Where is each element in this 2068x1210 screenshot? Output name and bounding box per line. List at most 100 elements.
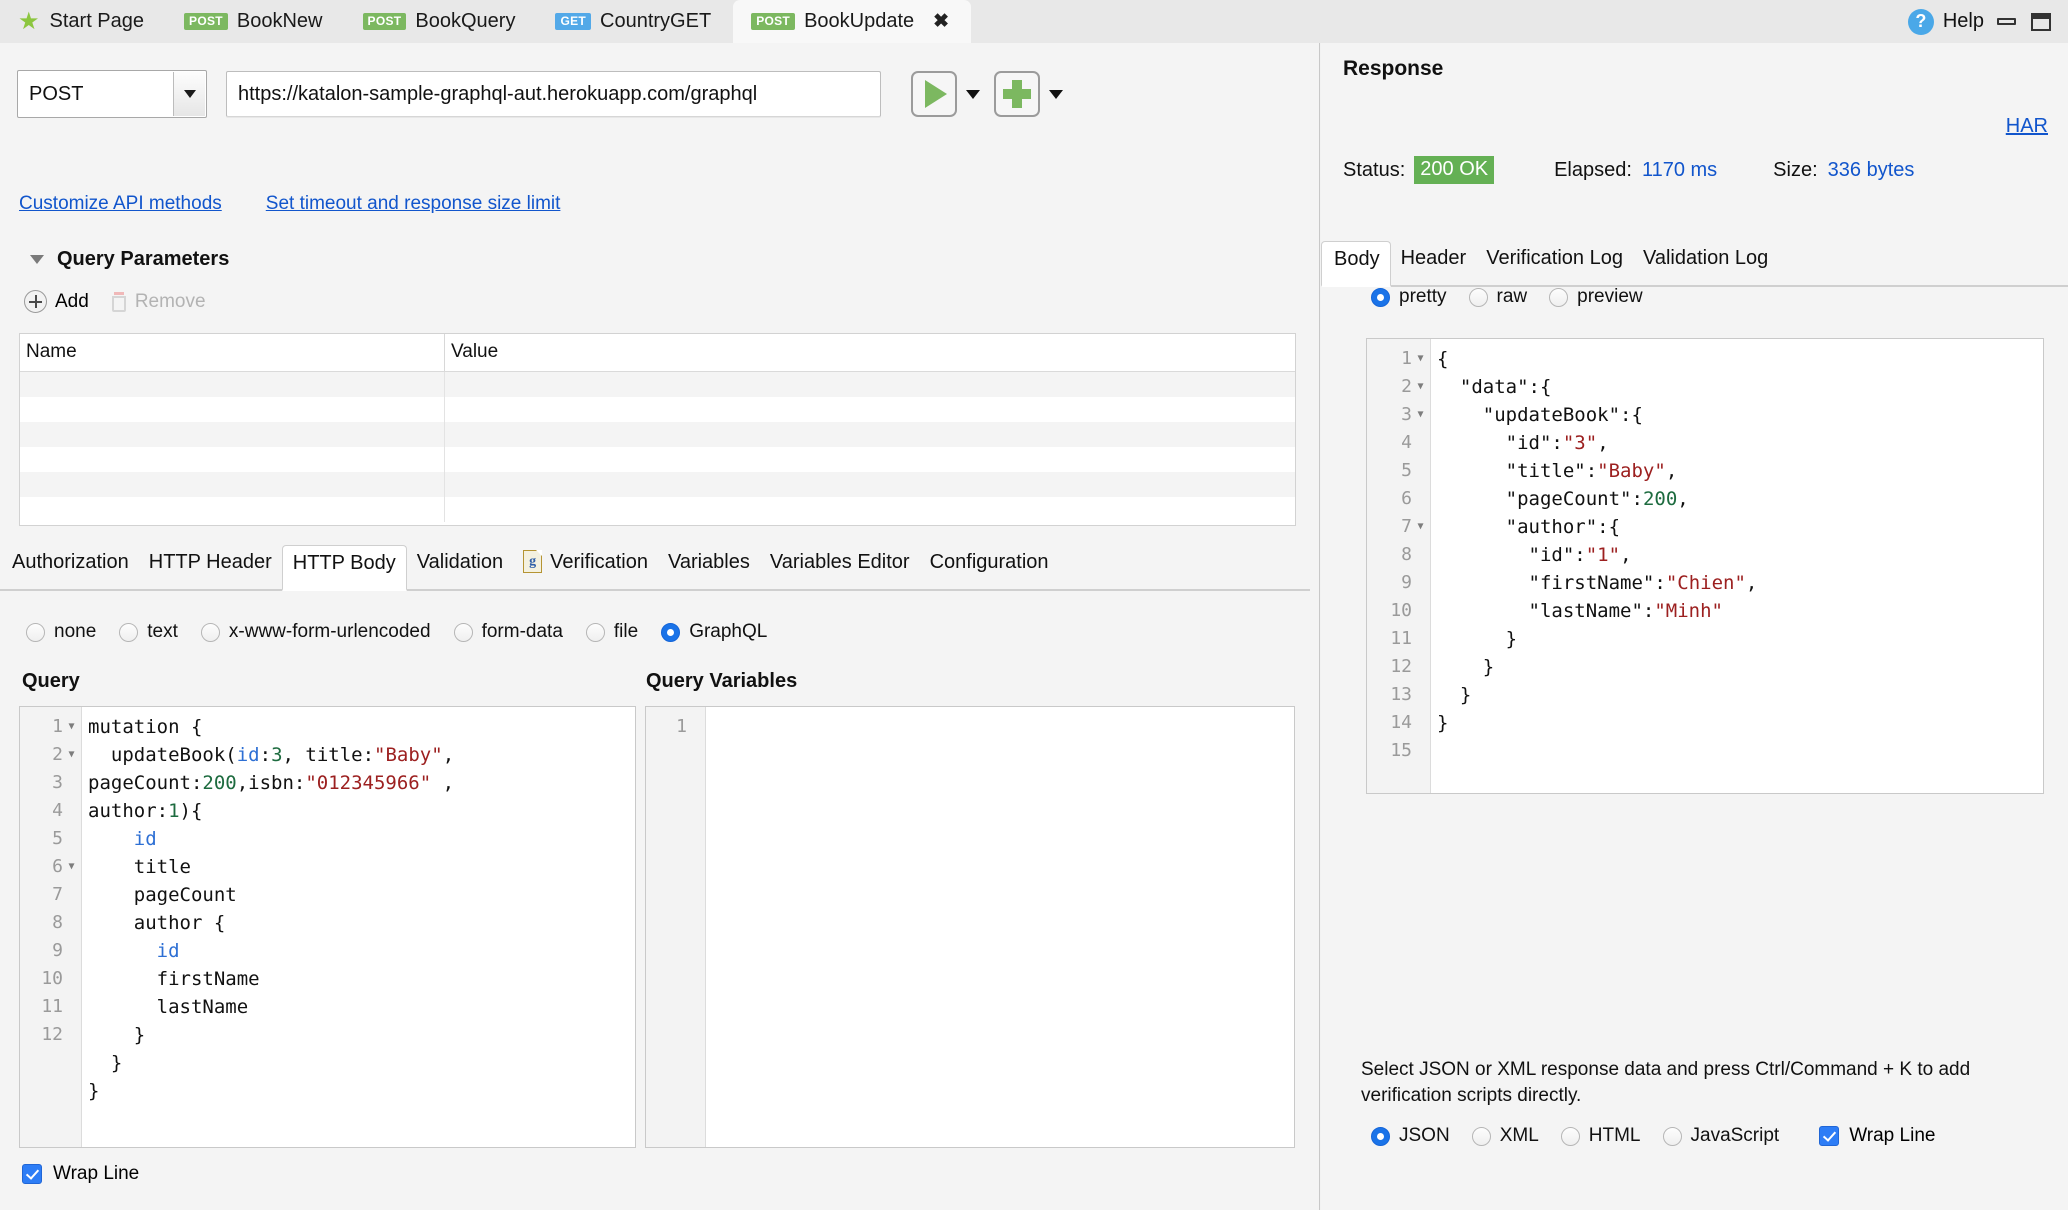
data-type-json[interactable]: JSON bbox=[1371, 1125, 1450, 1147]
table-row[interactable] bbox=[20, 422, 1295, 447]
http-method-select[interactable]: POST bbox=[17, 70, 207, 118]
fold-triangle-icon[interactable]: ▼ bbox=[1416, 373, 1425, 401]
response-wrap-line-checkbox[interactable]: Wrap Line bbox=[1819, 1125, 1935, 1147]
cell-value[interactable] bbox=[445, 397, 1295, 422]
line-number: 1 bbox=[646, 713, 705, 741]
chevron-down-icon[interactable] bbox=[30, 255, 44, 264]
data-type-javascript[interactable]: JavaScript bbox=[1663, 1125, 1780, 1147]
radio-icon bbox=[1371, 1127, 1390, 1146]
remove-parameter-label: Remove bbox=[135, 291, 206, 313]
har-link[interactable]: HAR bbox=[2006, 115, 2048, 138]
cell-name[interactable] bbox=[20, 497, 445, 522]
tab-http-body[interactable]: HTTP Body bbox=[282, 545, 407, 591]
method-badge: POST bbox=[363, 13, 407, 30]
body-type-file[interactable]: file bbox=[586, 621, 638, 643]
table-row[interactable] bbox=[20, 447, 1295, 472]
tab-verification[interactable]: g Verification bbox=[513, 543, 658, 589]
cell-name[interactable] bbox=[20, 397, 445, 422]
add-parameter-button[interactable]: Add bbox=[24, 290, 89, 313]
tab-label: Body bbox=[1334, 236, 1380, 282]
graphql-query-variables-editor[interactable]: 1 bbox=[645, 706, 1295, 1148]
tab-authorization[interactable]: Authorization bbox=[0, 543, 139, 589]
response-json-area[interactable]: { "data":{ "updateBook":{ "id":"3", "tit… bbox=[1431, 339, 2043, 793]
query-parameters-actions: Add Remove bbox=[24, 290, 206, 313]
fold-triangle-icon[interactable]: ▼ bbox=[67, 853, 76, 881]
line-number: 15 bbox=[1367, 737, 1430, 765]
tab-validation-log[interactable]: Validation Log bbox=[1633, 239, 1778, 285]
tab-verification-log[interactable]: Verification Log bbox=[1476, 239, 1633, 285]
tab-configuration[interactable]: Configuration bbox=[920, 543, 1059, 589]
url-row: POST bbox=[17, 70, 1063, 118]
tab-validation[interactable]: Validation bbox=[407, 543, 513, 589]
body-type-none[interactable]: none bbox=[26, 621, 96, 643]
add-options-chevron-down-icon[interactable] bbox=[1049, 90, 1063, 99]
tab-label: Header bbox=[1401, 235, 1467, 281]
data-type-xml[interactable]: XML bbox=[1472, 1125, 1539, 1147]
set-timeout-link[interactable]: Set timeout and response size limit bbox=[266, 193, 561, 215]
checkbox-icon bbox=[22, 1164, 42, 1184]
maximize-button[interactable] bbox=[2028, 11, 2054, 33]
editor-tab-start-page[interactable]: ★ Start Page bbox=[0, 0, 166, 43]
cell-name[interactable] bbox=[20, 372, 445, 397]
cell-value[interactable] bbox=[445, 447, 1295, 472]
request-wrap-line-checkbox[interactable]: Wrap Line bbox=[22, 1163, 139, 1185]
fold-triangle-icon[interactable]: ▼ bbox=[1416, 513, 1425, 541]
editor-tab-bookupdate[interactable]: POST BookUpdate ✖ bbox=[733, 0, 971, 43]
add-request-button[interactable] bbox=[994, 71, 1040, 117]
view-mode-raw[interactable]: raw bbox=[1469, 286, 1528, 308]
request-url-input[interactable] bbox=[226, 71, 881, 117]
chevron-down-icon[interactable] bbox=[173, 72, 205, 116]
query-editor-label: Query bbox=[22, 670, 80, 693]
editor-tab-bookquery[interactable]: POST BookQuery bbox=[345, 0, 538, 43]
cell-name[interactable] bbox=[20, 472, 445, 497]
table-row[interactable] bbox=[20, 397, 1295, 422]
table-row[interactable] bbox=[20, 497, 1295, 522]
line-number-gutter: 1 bbox=[646, 707, 706, 1147]
close-icon[interactable]: ✖ bbox=[933, 12, 949, 31]
data-type-html[interactable]: HTML bbox=[1561, 1125, 1641, 1147]
fold-triangle-icon[interactable]: ▼ bbox=[67, 713, 76, 741]
query-variables-code-area[interactable] bbox=[706, 707, 1294, 1147]
send-options-chevron-down-icon[interactable] bbox=[966, 90, 980, 99]
response-body-viewer[interactable]: 1▼2▼3▼4567▼89101112131415 { "data":{ "up… bbox=[1366, 338, 2044, 794]
fold-triangle-icon[interactable]: ▼ bbox=[67, 741, 76, 769]
tab-http-header[interactable]: HTTP Header bbox=[139, 543, 282, 589]
minimize-button[interactable] bbox=[1993, 11, 2019, 33]
body-type-urlencoded[interactable]: x-www-form-urlencoded bbox=[201, 621, 431, 643]
table-row[interactable] bbox=[20, 472, 1295, 497]
query-parameters-table[interactable]: Name Value bbox=[19, 333, 1296, 526]
size-value: 336 bytes bbox=[1828, 159, 1915, 182]
status-label: Status: bbox=[1343, 159, 1405, 182]
fold-triangle-icon[interactable]: ▼ bbox=[1416, 345, 1425, 373]
cell-name[interactable] bbox=[20, 447, 445, 472]
view-mode-preview[interactable]: preview bbox=[1549, 286, 1642, 308]
table-row[interactable] bbox=[20, 372, 1295, 397]
tab-variables-editor[interactable]: Variables Editor bbox=[760, 543, 920, 589]
customize-api-methods-link[interactable]: Customize API methods bbox=[19, 193, 222, 215]
editor-tab-countryget[interactable]: GET CountryGET bbox=[537, 0, 733, 43]
graphql-query-editor[interactable]: 1▼2▼3456▼789101112 mutation { updateBook… bbox=[19, 706, 636, 1148]
help-label[interactable]: Help bbox=[1943, 10, 1984, 33]
body-type-graphql[interactable]: GraphQL bbox=[661, 621, 767, 643]
radio-label: form-data bbox=[482, 621, 563, 643]
view-mode-pretty[interactable]: pretty bbox=[1371, 286, 1447, 308]
body-type-text[interactable]: text bbox=[119, 621, 178, 643]
cell-name[interactable] bbox=[20, 422, 445, 447]
tab-variables[interactable]: Variables bbox=[658, 543, 760, 589]
cell-value[interactable] bbox=[445, 422, 1295, 447]
tab-body[interactable]: Body bbox=[1321, 241, 1391, 287]
tab-header[interactable]: Header bbox=[1391, 239, 1477, 285]
remove-parameter-button[interactable]: Remove bbox=[111, 291, 206, 313]
http-method-value: POST bbox=[18, 83, 83, 106]
editor-tab-booknew[interactable]: POST BookNew bbox=[166, 0, 344, 43]
fold-triangle-icon[interactable]: ▼ bbox=[1416, 401, 1425, 429]
body-type-form-data[interactable]: form-data bbox=[454, 621, 563, 643]
cell-value[interactable] bbox=[445, 372, 1295, 397]
question-mark-icon[interactable]: ? bbox=[1908, 9, 1934, 35]
radio-label: pretty bbox=[1399, 286, 1447, 308]
cell-value[interactable] bbox=[445, 472, 1295, 497]
send-request-button[interactable] bbox=[911, 71, 957, 117]
query-code-area[interactable]: mutation { updateBook(id:3, title:"Baby"… bbox=[82, 707, 635, 1147]
cell-value[interactable] bbox=[445, 497, 1295, 522]
plus-icon bbox=[24, 290, 47, 313]
